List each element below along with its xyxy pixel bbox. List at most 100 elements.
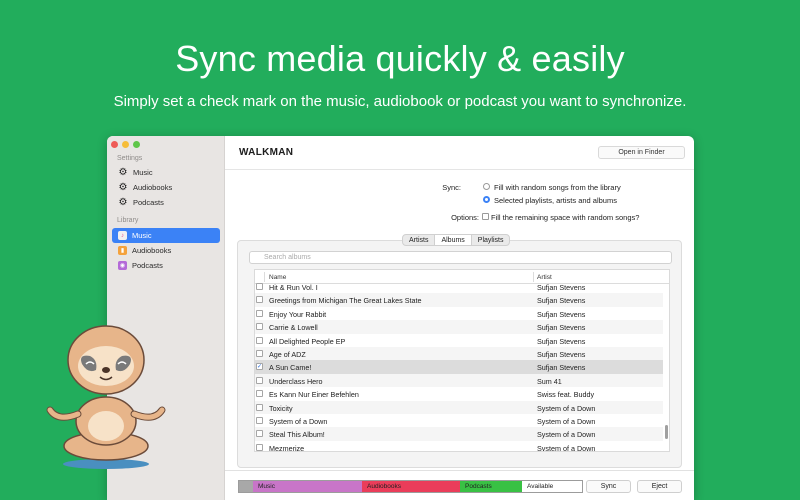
storage-segment-music: Music	[253, 481, 362, 492]
table-row[interactable]: Age of ADZ Sufjan Stevens	[255, 347, 663, 361]
device-title: WALKMAN	[239, 147, 294, 158]
close-window-button[interactable]	[111, 141, 118, 148]
storage-segment-other	[239, 481, 253, 492]
row-name: Greetings from Michigan The Great Lakes …	[269, 296, 422, 306]
divider	[225, 169, 694, 170]
sync-button[interactable]: Sync	[586, 480, 631, 493]
sloth-nose	[102, 367, 110, 373]
table-row[interactable]: Carrie & Lowell Sufjan Stevens	[255, 320, 663, 334]
row-artist: System of a Down	[537, 417, 596, 426]
sidebar-item-label: Music	[132, 231, 152, 240]
table-row[interactable]: ✓ A Sun Came! Sufjan Stevens	[255, 360, 663, 374]
settings-section-header: Settings	[117, 155, 143, 162]
scrollbar-thumb[interactable]	[665, 425, 668, 439]
sidebar-item-settings-audiobooks[interactable]: ⚙ Audiobooks	[112, 180, 220, 195]
table-row[interactable]: Greetings from Michigan The Great Lakes …	[255, 293, 663, 307]
row-artist: Sufjan Stevens	[537, 283, 586, 292]
sidebar-item-label: Podcasts	[133, 198, 164, 207]
row-checkbox[interactable]	[256, 283, 263, 290]
eject-button[interactable]: Eject	[637, 480, 682, 493]
table-row[interactable]: Toxicity System of a Down	[255, 400, 663, 414]
row-checkbox[interactable]	[256, 403, 263, 411]
tab-artists[interactable]: Artists	[403, 235, 434, 245]
table-row[interactable]: Mezmerize System of a Down	[255, 441, 663, 452]
search-input[interactable]: Search albums	[249, 251, 672, 264]
podcasts-app-icon: ◉	[118, 261, 127, 270]
row-checkbox[interactable]	[256, 417, 263, 424]
zoom-window-button[interactable]	[133, 141, 140, 148]
fill-remaining-checkbox[interactable]	[482, 213, 489, 220]
sync-selected-label: Selected playlists, artists and albums	[494, 196, 617, 205]
row-name: Carrie & Lowell	[269, 323, 318, 333]
row-name: Es Kann Nur Einer Befehlen	[269, 390, 359, 400]
row-name: Age of ADZ	[269, 350, 306, 359]
storage-segment-audiobooks: Audiobooks	[362, 481, 460, 492]
sidebar-item-label: Podcasts	[132, 261, 163, 270]
fill-remaining-label: Fill the remaining space with random son…	[491, 213, 640, 222]
sync-selected-radio[interactable]	[483, 196, 490, 203]
hero-subline: Simply set a check mark on the music, au…	[113, 93, 687, 110]
sloth-belly	[88, 411, 124, 441]
hero-headline: Sync media quickly & easily	[175, 38, 625, 79]
storage-segment-podcasts: Podcasts	[460, 481, 522, 492]
row-name: Mezmerize	[269, 443, 305, 452]
sidebar-item-label: Audiobooks	[133, 183, 173, 192]
table-row[interactable]: All Delighted People EP Sufjan Stevens	[255, 334, 663, 347]
sidebar-item-label: Music	[133, 168, 153, 177]
row-artist: Sufjan Stevens	[537, 363, 586, 373]
row-checkbox[interactable]	[256, 350, 263, 357]
row-artist: Sufjan Stevens	[537, 296, 586, 306]
row-name: All Delighted People EP	[269, 336, 346, 346]
sidebar-item-settings-music[interactable]: ⚙ Music	[112, 165, 220, 180]
sidebar-item-library-music[interactable]: ♪ Music	[112, 228, 220, 243]
sloth-mascot	[46, 325, 166, 469]
divider	[225, 470, 694, 471]
storage-segment-available: Available	[522, 481, 582, 492]
row-name: Hit & Run Vol. I	[269, 283, 318, 292]
row-artist: Sufjan Stevens	[537, 336, 586, 346]
row-artist: Sufjan Stevens	[537, 309, 586, 319]
table-row[interactable]: System of a Down System of a Down	[255, 414, 663, 427]
sidebar-item-settings-podcasts[interactable]: ⚙ Podcasts	[112, 195, 220, 210]
row-artist: System of a Down	[537, 403, 596, 413]
row-name: System of a Down	[269, 417, 328, 426]
row-checkbox[interactable]	[256, 323, 263, 331]
row-checkbox[interactable]	[256, 430, 263, 438]
tab-playlists[interactable]: Playlists	[472, 235, 510, 245]
row-checkbox[interactable]	[256, 376, 263, 384]
app-window: Settings ⚙ Music ⚙ Audiobooks ⚙ Podcasts…	[107, 136, 694, 500]
gear-icon: ⚙	[118, 196, 128, 208]
row-checkbox[interactable]	[256, 336, 263, 344]
row-name: Enjoy Your Rabbit	[269, 309, 327, 319]
sync-random-radio[interactable]	[483, 183, 490, 190]
row-name: Underclass Hero	[269, 376, 323, 386]
row-name: A Sun Came!	[269, 363, 312, 373]
search-placeholder: Search albums	[264, 254, 311, 261]
minimize-window-button[interactable]	[122, 141, 129, 148]
storage-bar: Music Audiobooks Podcasts Available	[238, 480, 583, 493]
open-in-finder-button[interactable]: Open in Finder	[598, 146, 685, 159]
sidebar-item-library-audiobooks[interactable]: ▮ Audiobooks	[112, 243, 220, 258]
row-artist: Sum 41	[537, 376, 562, 386]
row-checkbox[interactable]: ✓	[256, 363, 263, 371]
table-row[interactable]: Steal This Album! System of a Down	[255, 427, 663, 441]
row-artist: System of a Down	[537, 430, 596, 440]
music-app-icon: ♪	[118, 231, 127, 240]
row-checkbox[interactable]	[256, 296, 263, 304]
row-artist: Sufjan Stevens	[537, 323, 586, 333]
options-label: Options:	[451, 213, 479, 222]
row-artist: Sufjan Stevens	[537, 350, 586, 359]
row-checkbox[interactable]	[256, 309, 263, 317]
row-checkbox[interactable]	[256, 390, 263, 398]
table-row[interactable]: Es Kann Nur Einer Befehlen Swiss feat. Bu…	[255, 387, 663, 400]
sidebar-item-library-podcasts[interactable]: ◉ Podcasts	[112, 258, 220, 273]
tab-albums[interactable]: Albums	[434, 235, 472, 245]
row-checkbox[interactable]	[256, 443, 263, 451]
window-controls	[111, 141, 140, 148]
sync-random-label: Fill with random songs from the library	[494, 183, 621, 192]
table-row[interactable]: Underclass Hero Sum 41	[255, 373, 663, 388]
row-artist: System of a Down	[537, 443, 596, 452]
row-name: Toxicity	[269, 403, 293, 413]
table-row[interactable]: Hit & Run Vol. I Sufjan Stevens	[255, 280, 663, 293]
table-row[interactable]: Enjoy Your Rabbit Sufjan Stevens	[255, 307, 663, 320]
